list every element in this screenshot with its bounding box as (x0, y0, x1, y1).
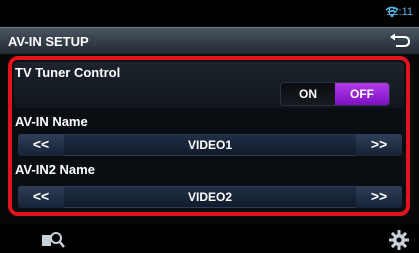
av-in-name-label: AV-IN Name (15, 114, 88, 129)
av-in-name-prev-button[interactable]: << (18, 134, 64, 156)
tv-tuner-on-option[interactable]: ON (281, 83, 335, 105)
title-bar: AV-IN SETUP (0, 27, 419, 55)
av-in-name-selector: << VIDEO1 >> (18, 134, 402, 156)
search-icon[interactable] (40, 229, 66, 251)
tv-tuner-label: TV Tuner Control (15, 65, 121, 80)
page-title: AV-IN SETUP (8, 34, 89, 49)
status-bar: 12:11 (0, 0, 419, 26)
av-in2-name-value: VIDEO2 (187, 190, 232, 204)
gear-icon[interactable] (388, 229, 410, 251)
av-in-name-next-button[interactable]: >> (356, 134, 402, 156)
av-in2-name-next-button[interactable]: >> (356, 186, 402, 208)
back-arrow-icon[interactable] (387, 32, 413, 50)
av-in2-name-selector: << VIDEO2 >> (18, 186, 402, 208)
tv-tuner-off-option[interactable]: OFF (335, 83, 389, 105)
av-in2-name-label: AV-IN2 Name (15, 162, 95, 177)
av-in-name-value: VIDEO1 (187, 138, 232, 152)
av-in2-name-prev-button[interactable]: << (18, 186, 64, 208)
tv-tuner-toggle[interactable]: ON OFF (281, 83, 389, 105)
clock: 12:11 (386, 6, 413, 18)
